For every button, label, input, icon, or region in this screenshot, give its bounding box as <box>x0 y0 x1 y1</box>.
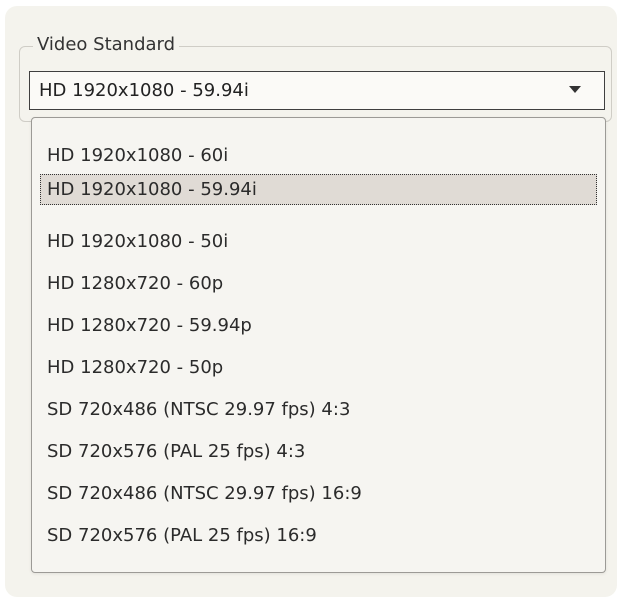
option-sd-720x486-ntsc-4-3[interactable]: SD 720x486 (NTSC 29.97 fps) 4:3 <box>40 394 597 425</box>
option-sd-720x576-pal-4-3[interactable]: SD 720x576 (PAL 25 fps) 4:3 <box>40 436 597 467</box>
option-label: HD 1280x720 - 59.94p <box>47 315 252 336</box>
option-label: HD 1920x1080 - 59.94i <box>47 179 257 200</box>
option-sd-720x576-pal-16-9[interactable]: SD 720x576 (PAL 25 fps) 16:9 <box>40 520 597 551</box>
option-hd-1920x1080-5994i[interactable]: HD 1920x1080 - 59.94i <box>40 174 597 205</box>
option-hd-1920x1080-50i[interactable]: HD 1920x1080 - 50i <box>40 226 597 257</box>
video-standard-select[interactable]: HD 1920x1080 - 59.94i <box>29 71 605 110</box>
option-sd-720x486-ntsc-16-9[interactable]: SD 720x486 (NTSC 29.97 fps) 16:9 <box>40 478 597 509</box>
option-hd-1280x720-5994p[interactable]: HD 1280x720 - 59.94p <box>40 310 597 341</box>
option-hd-1280x720-60p[interactable]: HD 1280x720 - 60p <box>40 268 597 299</box>
option-hd-1280x720-50p[interactable]: HD 1280x720 - 50p <box>40 352 597 383</box>
option-label: HD 1280x720 - 50p <box>47 357 224 378</box>
option-label: SD 720x576 (PAL 25 fps) 4:3 <box>47 441 306 462</box>
option-hd-1920x1080-60i[interactable]: HD 1920x1080 - 60i <box>40 140 597 171</box>
video-standard-label: Video Standard <box>33 33 180 57</box>
option-label: SD 720x576 (PAL 25 fps) 16:9 <box>47 525 317 546</box>
option-label: SD 720x486 (NTSC 29.97 fps) 16:9 <box>47 483 362 504</box>
video-standard-dropdown-list: HD 1920x1080 - 60i HD 1920x1080 - 59.94i… <box>31 117 606 573</box>
selected-video-standard: HD 1920x1080 - 59.94i <box>39 80 249 101</box>
chevron-down-icon[interactable] <box>569 86 581 93</box>
option-label: HD 1920x1080 - 60i <box>47 145 229 166</box>
option-label: SD 720x486 (NTSC 29.97 fps) 4:3 <box>47 399 351 420</box>
option-label: HD 1920x1080 - 50i <box>47 231 229 252</box>
option-label: HD 1280x720 - 60p <box>47 273 224 294</box>
